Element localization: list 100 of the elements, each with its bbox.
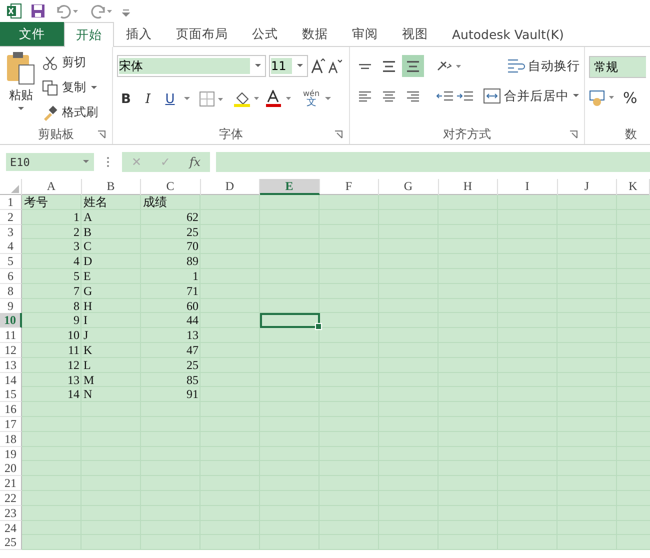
row-header[interactable]: 8 [0, 284, 22, 299]
row-header[interactable]: 3 [0, 224, 22, 240]
table-cell-text: 91 [186, 387, 200, 402]
group-label: 对齐方式 [443, 126, 491, 142]
underline-button[interactable]: U [161, 89, 179, 109]
bold-button[interactable]: B [117, 89, 135, 109]
format-painter-button[interactable]: 格式刷 [42, 101, 98, 124]
table-cell-text: M [82, 372, 96, 388]
row-header[interactable]: 1 [0, 195, 22, 210]
row-header[interactable]: 4 [0, 239, 22, 254]
table-cell-text: 85 [186, 372, 200, 388]
table-cell-text: 成绩 [142, 195, 168, 210]
table-cell-text: I [82, 313, 88, 328]
row-header[interactable]: 11 [0, 328, 22, 344]
row-header[interactable]: 12 [0, 342, 22, 358]
row-header[interactable]: 23 [0, 506, 22, 521]
font-size-field[interactable]: 11 [269, 55, 308, 77]
phonetic-guide-button[interactable]: wén 文 [303, 90, 320, 108]
caret-icon [572, 93, 580, 99]
ribbon-tab[interactable]: 公式 [240, 22, 290, 46]
dialog-launcher-icon[interactable] [569, 130, 578, 139]
dialog-launcher-icon[interactable] [334, 130, 343, 139]
align-lines-icon [359, 64, 371, 68]
table-cell-text: 10 [66, 328, 80, 344]
wrap-text-icon [507, 58, 525, 74]
table-cell-text: A [82, 210, 94, 225]
excel-logo-icon[interactable] [6, 3, 22, 19]
dropdown-caret-icon[interactable] [324, 96, 332, 102]
table-cell-text: 71 [186, 284, 200, 299]
file-tab[interactable]: 文件 [0, 22, 64, 46]
table-cell-text: 13 [186, 328, 200, 344]
table-cell-text: H [82, 298, 94, 314]
wrap-text-button[interactable]: 自动换行 [507, 58, 580, 74]
merge-center-button[interactable]: 合并后居中 [483, 88, 580, 104]
table-cell-text: B [82, 224, 93, 240]
row-header[interactable]: 18 [0, 432, 22, 447]
borders-icon[interactable] [199, 91, 225, 107]
row-header[interactable]: 2 [0, 210, 22, 225]
ribbon-tab[interactable]: 插入 [114, 22, 164, 46]
vertical-align-button[interactable] [402, 55, 424, 77]
row-header[interactable]: 20 [0, 461, 22, 476]
save-icon[interactable] [30, 3, 46, 19]
number-format-field[interactable]: 常规 [589, 56, 646, 78]
row-header[interactable]: 19 [0, 446, 22, 462]
row-header[interactable]: 9 [0, 298, 22, 314]
group-label: 数 [625, 126, 637, 142]
ribbon-tab[interactable]: 数据 [290, 22, 340, 46]
paste-button[interactable]: 粘贴 [4, 51, 38, 124]
ribbon-tab[interactable]: 审阅 [340, 22, 390, 46]
row-header[interactable]: 16 [0, 402, 22, 418]
table-cell-text: 5 [72, 268, 80, 284]
more-icon[interactable] [106, 156, 110, 168]
ribbon-tab[interactable]: 视图 [390, 22, 440, 46]
row-header[interactable]: 24 [0, 520, 22, 536]
row-header[interactable]: 17 [0, 416, 22, 432]
table-cell-text: 47 [186, 342, 200, 358]
dialog-launcher-icon[interactable] [97, 130, 106, 139]
font-color-icon[interactable] [265, 90, 293, 108]
column-header[interactable]: E [260, 179, 320, 195]
table-cell-text: C [82, 239, 93, 254]
ribbon-tab[interactable]: Autodesk Vault(K) [440, 22, 576, 46]
table-cell-text: 2 [72, 224, 80, 240]
percent-button[interactable]: % [623, 89, 638, 107]
ribbon-tab[interactable]: 页面布局 [164, 22, 240, 46]
name-box[interactable]: E10 [6, 153, 94, 171]
cut-button[interactable]: 剪切 [42, 51, 98, 74]
currency-icon[interactable] [589, 89, 617, 107]
caret-icon [296, 63, 304, 69]
undo-icon[interactable] [54, 3, 80, 19]
row-header[interactable]: 22 [0, 490, 22, 506]
row-header[interactable]: 6 [0, 268, 22, 284]
dropdown-caret-icon[interactable] [183, 96, 191, 102]
row-header[interactable]: 13 [0, 358, 22, 373]
row-header[interactable]: 15 [0, 387, 22, 402]
row-header[interactable]: 5 [0, 254, 22, 270]
table-cell-text: 44 [186, 313, 200, 328]
table-cell-text: 25 [186, 224, 200, 240]
row-header[interactable]: 25 [0, 535, 22, 550]
fill-color-icon[interactable] [233, 90, 261, 108]
copy-button[interactable]: 复制 [42, 76, 98, 99]
table-cell-text: 25 [186, 358, 200, 373]
caret-icon [17, 106, 25, 112]
formula-input[interactable] [216, 152, 650, 172]
brush-icon [42, 104, 58, 120]
grow-font-icon[interactable] [311, 58, 325, 74]
ribbon-tab[interactable]: 开始 [64, 22, 114, 47]
shrink-font-icon[interactable] [328, 58, 342, 74]
table-cell-text: 14 [66, 387, 80, 402]
redo-icon[interactable] [88, 3, 114, 19]
table-cell-text: 62 [186, 210, 200, 225]
table-cell-text: G [82, 284, 94, 299]
table-cell-text: 89 [186, 254, 200, 270]
italic-button[interactable]: I [139, 89, 157, 109]
insert-function-button[interactable]: fx [189, 155, 201, 169]
selected-cell[interactable] [260, 313, 320, 328]
table-cell-text: J [82, 328, 90, 344]
row-header[interactable]: 10 [0, 313, 22, 328]
font-name-field[interactable]: 宋体 [117, 55, 266, 77]
row-header[interactable]: 14 [0, 372, 22, 388]
row-header[interactable]: 21 [0, 476, 22, 492]
